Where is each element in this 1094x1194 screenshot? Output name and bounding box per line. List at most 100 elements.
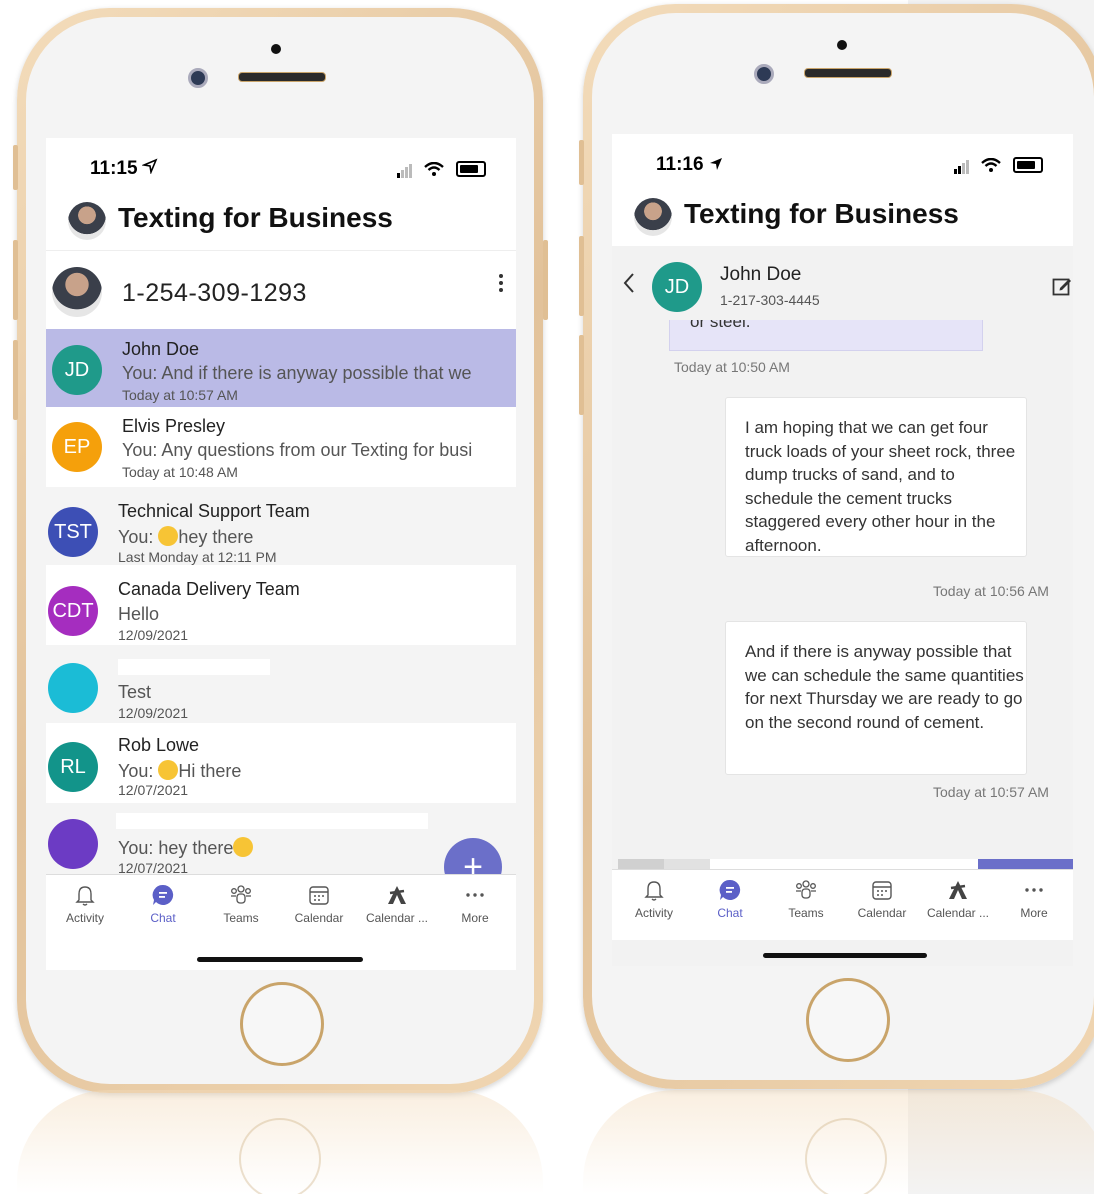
bottom-tab-bar: Activity Chat Teams Calendar Calendar ..… bbox=[46, 874, 516, 945]
status-icons bbox=[954, 156, 1043, 174]
tab-label: Activity bbox=[634, 906, 673, 920]
phone-reflection bbox=[583, 1090, 1094, 1194]
message-preview: Hello bbox=[118, 604, 160, 624]
sensor bbox=[837, 40, 847, 50]
app-icon bbox=[949, 881, 967, 899]
grinning-emoji-icon bbox=[233, 837, 254, 857]
contact-name: Technical Support Team bbox=[118, 501, 310, 521]
home-button[interactable] bbox=[240, 982, 324, 1066]
app-avatar bbox=[68, 202, 106, 240]
volume-up-button bbox=[13, 240, 18, 320]
message-text: And if there is anyway possible that we … bbox=[745, 642, 1024, 732]
grinning-emoji-icon bbox=[158, 526, 179, 546]
tab-label: Teams bbox=[223, 911, 259, 925]
tab-calendar-app[interactable]: Calendar ... bbox=[358, 883, 436, 925]
avatar: EP bbox=[52, 422, 102, 472]
preview-prefix: You: bbox=[118, 527, 159, 547]
message-preview: You: Any questions from our Texting for … bbox=[122, 440, 473, 460]
conversation-row-rob-lowe[interactable]: RL Rob Lowe You: Hi there 12/07/2021 bbox=[46, 724, 516, 802]
status-icons bbox=[397, 160, 486, 178]
bell-icon bbox=[75, 886, 95, 906]
conversation-row-canada-delivery[interactable]: CDT Canada Delivery Team Hello 12/09/202… bbox=[46, 566, 516, 644]
conversation-row-technical-support[interactable]: TST Technical Support Team You: hey ther… bbox=[46, 487, 516, 565]
status-time: 11:15 bbox=[90, 158, 138, 179]
app-avatar bbox=[634, 198, 672, 236]
volume-down-button bbox=[579, 335, 584, 415]
tab-calendar[interactable]: Calendar bbox=[280, 883, 358, 925]
status-bar: 11:15 bbox=[46, 138, 516, 198]
avatar bbox=[48, 663, 98, 713]
tab-activity[interactable]: Activity bbox=[615, 878, 693, 920]
avatar: CDT bbox=[48, 586, 98, 636]
timestamp: Today at 10:57 AM bbox=[122, 387, 238, 403]
tab-teams[interactable]: Teams bbox=[202, 883, 280, 925]
tab-label: Chat bbox=[150, 911, 176, 925]
account-avatar bbox=[52, 267, 102, 317]
volume-down-button bbox=[13, 340, 18, 420]
app-icon bbox=[388, 886, 406, 904]
tab-chat[interactable]: Chat bbox=[691, 878, 769, 920]
conversation-row-john-doe[interactable]: JD John Doe You: And if there is anyway … bbox=[46, 329, 516, 407]
tab-label: Chat bbox=[717, 906, 743, 920]
calendar-icon bbox=[872, 881, 892, 900]
contact-phone: 1-217-303-4445 bbox=[720, 292, 820, 308]
avatar: TST bbox=[48, 507, 98, 557]
left-screen: 11:15 Texting for Business 1-254-309-129… bbox=[46, 138, 516, 970]
avatar: JD bbox=[52, 345, 102, 395]
tab-calendar-app[interactable]: Calendar ... bbox=[919, 878, 997, 920]
contact-avatar: JD bbox=[652, 262, 702, 312]
timestamp: Today at 10:48 AM bbox=[122, 464, 238, 480]
tab-label: More bbox=[461, 911, 489, 925]
home-button[interactable] bbox=[806, 978, 890, 1062]
redacted-name bbox=[118, 659, 270, 675]
account-number: 1-254-309-1293 bbox=[122, 279, 307, 307]
mute-switch bbox=[579, 140, 584, 185]
chat-icon bbox=[719, 879, 741, 900]
conversation-row-elvis-presley[interactable]: EP Elvis Presley You: Any questions from… bbox=[46, 408, 516, 486]
compose-attach-control bbox=[664, 859, 710, 869]
signal-icon bbox=[954, 156, 970, 174]
preview-text: Hi there bbox=[178, 761, 242, 781]
more-icon bbox=[466, 893, 484, 897]
home-indicator bbox=[763, 953, 927, 958]
tab-calendar[interactable]: Calendar bbox=[843, 878, 921, 920]
message-text: I am hoping that we can get four truck l… bbox=[745, 418, 1016, 555]
tab-label: Activity bbox=[65, 911, 104, 925]
home-indicator bbox=[197, 957, 363, 962]
timestamp: Last Monday at 12:11 PM bbox=[118, 549, 277, 565]
compose-bar[interactable] bbox=[618, 859, 1073, 869]
compose-icon[interactable] bbox=[1052, 276, 1072, 301]
bottom-tab-bar: Activity Chat Teams Calendar Calendar ..… bbox=[612, 869, 1073, 940]
phone-reflection bbox=[17, 1090, 543, 1194]
tab-teams[interactable]: Teams bbox=[767, 878, 845, 920]
tab-more[interactable]: More bbox=[995, 878, 1073, 920]
status-time: 11:16 bbox=[656, 154, 704, 175]
tab-chat[interactable]: Chat bbox=[124, 883, 202, 925]
volume-up-button bbox=[579, 236, 584, 316]
grinning-emoji-icon bbox=[158, 760, 179, 780]
tab-label: Calendar ... bbox=[365, 911, 429, 925]
chat-icon bbox=[152, 884, 174, 905]
clipped-message-text: or steel. bbox=[690, 320, 751, 331]
location-arrow-icon bbox=[708, 156, 724, 177]
bell-icon bbox=[644, 881, 664, 901]
back-chevron-icon[interactable] bbox=[622, 272, 636, 299]
avatar bbox=[48, 819, 98, 869]
redacted-name bbox=[116, 813, 428, 829]
tab-more[interactable]: More bbox=[436, 883, 514, 925]
conversation-row-test[interactable]: Test 12/09/2021 bbox=[46, 645, 516, 723]
more-icon bbox=[1025, 888, 1043, 892]
tab-label: Calendar bbox=[294, 911, 344, 925]
kebab-menu-icon[interactable] bbox=[498, 273, 504, 298]
power-button bbox=[543, 240, 548, 320]
app-header: Texting for Business bbox=[612, 194, 1073, 246]
app-title: Texting for Business bbox=[118, 202, 393, 233]
battery-icon bbox=[1013, 157, 1043, 173]
signal-icon bbox=[397, 160, 413, 178]
app-title: Texting for Business bbox=[684, 198, 959, 229]
front-camera bbox=[188, 68, 208, 88]
message-time: Today at 10:56 AM bbox=[933, 583, 1049, 599]
tab-activity[interactable]: Activity bbox=[46, 883, 124, 925]
calendar-icon bbox=[309, 886, 329, 905]
teams-icon bbox=[231, 885, 251, 904]
